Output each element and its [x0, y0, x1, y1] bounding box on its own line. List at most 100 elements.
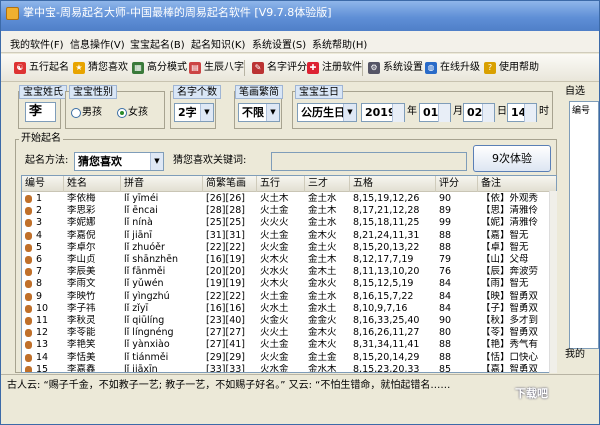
toolbar-upgrade-button[interactable]: ◍ 在线升级: [425, 59, 480, 77]
toolbar-label: 名字评分: [267, 62, 307, 73]
toolbar-score-button[interactable]: ✎ 名字评分: [252, 59, 307, 77]
row-strokes: [33][33]: [206, 363, 246, 373]
row-pinyin: lǐ qiūlíng: [124, 315, 165, 326]
start-naming-label: 开始起名: [19, 132, 63, 146]
row-wuge: 8,16,26,11,27: [353, 327, 420, 339]
table-row[interactable]: 8 李雨文 lǐ yǔwén [19][19] 火木火 金水火 8,15,12,5,19 84…: [22, 278, 556, 290]
toolbar-register-button[interactable]: ✚ 注册软件: [307, 59, 362, 77]
row-wuxing: 火土金: [260, 229, 289, 241]
row-number: 6: [36, 254, 43, 265]
name-length-value: 2字: [178, 106, 197, 119]
table-scrollbar[interactable]: [549, 191, 557, 373]
keyword-input[interactable]: [271, 152, 467, 171]
row-strokes: [28][28]: [206, 205, 246, 217]
hour-spinner[interactable]: [524, 104, 536, 122]
col-name[interactable]: 姓名: [64, 176, 121, 192]
col-sancai[interactable]: 三才: [305, 176, 350, 192]
table-row[interactable]: 12 李苓能 lǐ língnéng [27][27] 火火土 金木火 8,16,26,11…: [22, 327, 556, 339]
row-wuxing: 火土金: [260, 339, 289, 351]
table-row[interactable]: 2 李思彩 lǐ ēncai [28][28] 火土金 金土木 8,17,21,12,28 8…: [22, 205, 556, 217]
table-row[interactable]: 13 李艳笑 lǐ yànxiào [27][41] 火土金 金木火 8,31,34,11,…: [22, 339, 556, 351]
row-pinyin: lǐ fānměi: [124, 266, 166, 278]
row-score: 88: [439, 351, 452, 363]
table-row[interactable]: 7 李辰美 lǐ fānměi [20][20] 火水火 金木土 8,11,13,10,20…: [22, 266, 556, 278]
trial-button[interactable]: 9次体验: [473, 145, 551, 172]
row-wuxing: 火火金: [260, 351, 289, 363]
menu-info-ops[interactable]: 信息操作(V): [70, 36, 125, 51]
stroke-style-value: 不限: [242, 106, 264, 119]
toolbar-bazi-button[interactable]: ▤ 生辰八字: [189, 59, 244, 77]
menu-my-software[interactable]: 我的软件(F): [10, 36, 64, 51]
app-window: 掌中宝-周易起名大师-中国最棒的周易起名软件 [V9.7.8体验版] 我的软件(…: [0, 0, 600, 425]
table-row[interactable]: 15 李嘉鑫 lǐ jiāxīn [33][33] 火水金 金水木 8,15,23,20,3…: [22, 363, 556, 373]
row-sancai: 金水土: [308, 302, 337, 314]
day-spinner[interactable]: [482, 104, 494, 122]
toolbar-highscore-button[interactable]: ▦ 高分模式: [132, 59, 187, 77]
table-row[interactable]: 4 李嘉倪 lǐ jiānī [31][31] 火土金 金木火 8,21,24,11,31 8…: [22, 229, 556, 242]
favorites-list[interactable]: 编号: [569, 101, 599, 349]
row-strokes: [23][40]: [206, 315, 246, 326]
row-name: 李艳笑: [67, 339, 96, 351]
table-row[interactable]: 11 李秋灵 lǐ qiūlíng [23][40] 火金火 金金火 8,16,33,25,…: [22, 315, 556, 327]
gender-male-radio[interactable]: 男孩: [71, 107, 102, 119]
table-row[interactable]: 10 李子祎 lǐ zǐyī [16][16] 火水土 金水土 8,10,9,7,16 84 【…: [22, 302, 556, 315]
row-score: 79: [439, 254, 452, 265]
app-logo-icon: [6, 7, 19, 20]
table-row[interactable]: 1 李依梅 lǐ yīméi [26][26] 火土木 金土水 8,15,19,12,26 9…: [22, 193, 556, 205]
row-strokes: [16][19]: [206, 254, 246, 265]
toolbar-guess-button[interactable]: ★ 猜您喜欢: [73, 59, 128, 77]
row-score: 90: [439, 315, 452, 326]
table-row[interactable]: 14 李恬美 lǐ tiánměi [29][29] 火火金 金土金 8,15,20,14,…: [22, 351, 556, 364]
toolbar-settings-button[interactable]: ⚙ 系统设置: [368, 59, 423, 77]
row-pinyin: lǐ shānzhēn: [124, 254, 178, 265]
day-input[interactable]: 02: [463, 103, 495, 122]
row-number: 8: [36, 278, 43, 290]
col-number[interactable]: 编号: [22, 176, 64, 192]
name-length-select[interactable]: 2字 ▼: [174, 103, 214, 122]
month-value: 01: [423, 106, 439, 119]
col-pinyin[interactable]: 拼音: [121, 176, 203, 192]
favorites-label: 自选: [565, 86, 585, 97]
row-remark: 【辰】奔波劳: [481, 266, 539, 278]
year-input[interactable]: 2019: [361, 103, 405, 122]
watermark-text: 下载吧: [515, 387, 548, 400]
col-score[interactable]: 评分: [436, 176, 478, 192]
row-score: 84: [439, 290, 452, 302]
row-strokes: [27][27]: [206, 327, 246, 339]
menu-system-help[interactable]: 系统帮助(H): [312, 36, 367, 51]
table-row[interactable]: 5 李卓尔 lǐ zhuóěr [22][22] 火火金 金土火 8,15,20,13,22…: [22, 242, 556, 254]
col-wuge[interactable]: 五格: [350, 176, 436, 192]
col-strokes[interactable]: 简繁笔画: [203, 176, 257, 192]
toolbar-label: 生辰八字: [204, 62, 244, 73]
row-name: 李秋灵: [67, 315, 96, 326]
toolbar-separator: [362, 60, 363, 76]
stroke-style-select[interactable]: 不限 ▼: [238, 103, 280, 122]
row-sancai: 金土木: [308, 205, 337, 217]
row-number: 15: [36, 363, 49, 373]
name-length-label: 名字个数: [173, 85, 221, 99]
surname-input[interactable]: 李: [25, 102, 56, 122]
month-spinner[interactable]: [438, 104, 450, 122]
toolbar-help-button[interactable]: ? 使用帮助: [484, 59, 539, 77]
toolbar-wuxing-button[interactable]: ☯ 五行起名: [14, 59, 69, 77]
calendar-type-select[interactable]: 公历生日 ▼: [297, 103, 357, 122]
row-score: 88: [439, 229, 452, 241]
row-remark: 【苓】智勇双: [481, 327, 539, 339]
menu-baby-naming[interactable]: 宝宝起名(B): [130, 36, 185, 51]
table-row[interactable]: 3 李妮娜 lǐ nínà [25][25] 火火火 金土水 8,15,18,11,25 99…: [22, 217, 556, 229]
year-spinner[interactable]: [392, 104, 404, 122]
gender-female-radio[interactable]: 女孩: [117, 107, 148, 119]
stroke-style-label: 笔画繁简: [235, 85, 283, 99]
bagua-icon: ☯: [14, 62, 26, 74]
menu-system-settings[interactable]: 系统设置(S): [252, 36, 306, 51]
table-row[interactable]: 9 李映竹 lǐ yìngzhú [22][22] 火土金 金土水 8,16,15,7,22…: [22, 290, 556, 303]
hour-input[interactable]: 14: [507, 103, 537, 122]
menu-naming-knowledge[interactable]: 起名知识(K): [191, 36, 245, 51]
method-select[interactable]: 猜您喜欢 ▼: [74, 152, 164, 171]
title-bar: 掌中宝-周易起名大师-中国最棒的周易起名软件 [V9.7.8体验版]: [1, 1, 599, 31]
month-input[interactable]: 01: [419, 103, 451, 122]
toolbar-label: 注册软件: [322, 62, 362, 73]
table-row[interactable]: 6 李山贞 lǐ shānzhēn [16][19] 火木火 金土木 8,12,17,7,1…: [22, 254, 556, 266]
col-remark[interactable]: 备注: [478, 176, 556, 192]
col-wuxing[interactable]: 五行: [257, 176, 305, 192]
